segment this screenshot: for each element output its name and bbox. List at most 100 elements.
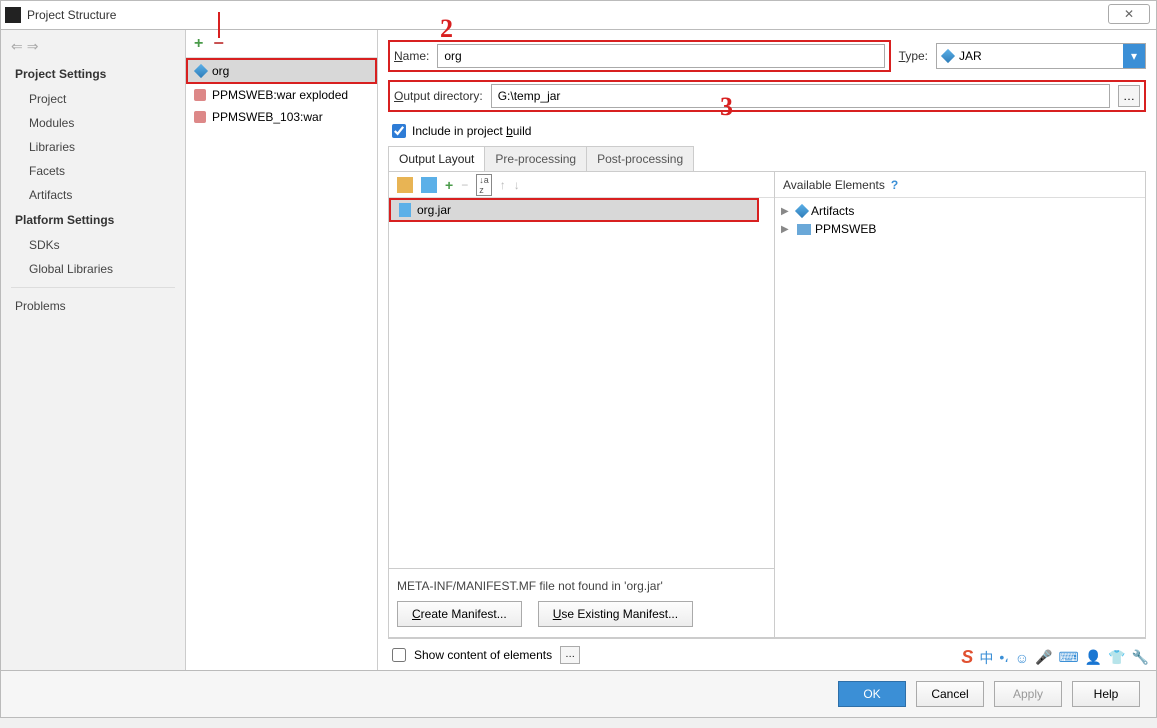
available-elements-panel: Available Elements ? ▶ Artifacts ▶ PPMSW… [775, 172, 1145, 637]
tab-pre-processing[interactable]: Pre-processing [484, 146, 587, 171]
output-layout-body: + − ↓az ↑ ↓ org.jar META-INF/MANIFEST.MF… [388, 172, 1146, 638]
ok-button[interactable]: OK [838, 681, 906, 707]
sidebar-separator [11, 287, 175, 288]
type-value: JAR [959, 49, 982, 63]
output-layout-tree[interactable]: org.jar [389, 198, 774, 568]
cancel-button[interactable]: Cancel [916, 681, 984, 707]
available-item-ppmsweb[interactable]: ▶ PPMSWEB [781, 220, 1139, 238]
nav-back-icon[interactable]: ⇐ [11, 38, 23, 55]
artifacts-icon [795, 204, 809, 218]
expand-icon[interactable]: ▶ [781, 206, 793, 217]
apply-button[interactable]: Apply [994, 681, 1062, 707]
available-elements-heading: Available Elements ? [775, 172, 1145, 198]
move-down-icon[interactable]: ↓ [514, 178, 520, 192]
available-elements-tree[interactable]: ▶ Artifacts ▶ PPMSWEB [775, 198, 1145, 242]
new-folder-icon[interactable] [397, 177, 413, 193]
war-icon [194, 89, 206, 101]
war-icon [194, 111, 206, 123]
ime-mic-icon[interactable]: 🎤 [1035, 649, 1052, 666]
sidebar-item-modules[interactable]: Modules [1, 111, 185, 135]
new-archive-icon[interactable] [421, 177, 437, 193]
browse-button[interactable]: … [1118, 85, 1140, 107]
sidebar-item-libraries[interactable]: Libraries [1, 135, 185, 159]
output-layout-left: + − ↓az ↑ ↓ org.jar META-INF/MANIFEST.MF… [389, 172, 775, 637]
help-button[interactable]: Help [1072, 681, 1140, 707]
artifact-item-ppmsweb-exploded[interactable]: PPMSWEB:war exploded [186, 84, 377, 106]
use-existing-manifest-button[interactable]: Use Existing Manifest... [538, 601, 693, 627]
name-row: Name: Type: JAR ▾ [388, 40, 1146, 72]
create-manifest-button[interactable]: Create Manifest... [397, 601, 522, 627]
ime-user-icon[interactable]: 👤 [1085, 649, 1102, 666]
nav-forward-icon[interactable]: ⇒ [27, 38, 39, 55]
sidebar-heading-platform: Platform Settings [1, 207, 185, 233]
window-title: Project Structure [27, 8, 116, 22]
sidebar-heading-project: Project Settings [1, 61, 185, 87]
sidebar-item-facets[interactable]: Facets [1, 159, 185, 183]
jar-icon [194, 64, 208, 78]
close-button[interactable]: ✕ [1108, 4, 1150, 24]
sidebar: ⇐ ⇒ Project Settings Project Modules Lib… [1, 30, 186, 670]
sidebar-item-global-libraries[interactable]: Global Libraries [1, 257, 185, 281]
ime-toolbar: S 中 •، ☺ 🎤 ⌨ 👤 👕 🔧 [957, 645, 1153, 670]
titlebar: Project Structure ✕ [0, 0, 1157, 30]
sidebar-item-artifacts[interactable]: Artifacts [1, 183, 185, 207]
help-icon[interactable]: ? [891, 178, 898, 192]
output-layout-toolbar: + − ↓az ↑ ↓ [389, 172, 774, 198]
sidebar-item-problems[interactable]: Problems [1, 294, 185, 318]
manifest-buttons: Create Manifest... Use Existing Manifest… [389, 601, 774, 637]
show-content-options-button[interactable]: … [560, 646, 580, 664]
name-input[interactable] [437, 44, 884, 68]
app-icon [5, 7, 21, 23]
move-up-icon[interactable]: ↑ [500, 178, 506, 192]
ime-keyboard-icon[interactable]: ⌨ [1058, 649, 1078, 666]
detail-tabs: Output Layout Pre-processing Post-proces… [388, 146, 1146, 172]
name-label: Name: [394, 49, 429, 63]
sort-icon[interactable]: ↓az [476, 174, 492, 196]
sidebar-nav: ⇐ ⇒ [1, 36, 185, 61]
jar-file-icon [399, 203, 411, 217]
module-folder-icon [797, 224, 811, 235]
ime-tool-icon[interactable]: 🔧 [1132, 649, 1149, 666]
sidebar-item-project[interactable]: Project [1, 87, 185, 111]
layout-item-label: org.jar [417, 203, 451, 217]
remove-artifact-icon[interactable]: − [213, 33, 224, 54]
expand-icon[interactable]: ▶ [781, 224, 793, 235]
ime-lang-icon[interactable]: 中 [979, 648, 993, 668]
sidebar-item-sdks[interactable]: SDKs [1, 233, 185, 257]
show-content-checkbox[interactable] [392, 648, 406, 662]
ime-skin-icon[interactable]: 👕 [1108, 649, 1125, 666]
main-area: ⇐ ⇒ Project Settings Project Modules Lib… [0, 30, 1157, 670]
available-label: PPMSWEB [815, 222, 876, 236]
output-dir-input[interactable] [491, 84, 1110, 108]
layout-item-org-jar[interactable]: org.jar [389, 198, 759, 222]
artifact-item-org[interactable]: org [186, 58, 377, 84]
manifest-warning: META-INF/MANIFEST.MF file not found in '… [389, 568, 774, 601]
ime-emoji-icon[interactable]: ☺ [1015, 650, 1029, 666]
chevron-down-icon: ▾ [1123, 44, 1145, 68]
artifact-label: PPMSWEB_103:war [212, 110, 323, 124]
show-content-label: Show content of elements [414, 648, 552, 662]
ime-punct-icon[interactable]: •، [999, 649, 1008, 666]
output-dir-label: Output directory: [394, 89, 483, 103]
type-select[interactable]: JAR ▾ [936, 43, 1146, 69]
jar-icon [941, 49, 955, 63]
add-artifact-icon[interactable]: + [194, 35, 203, 53]
artifact-item-ppmsweb-103[interactable]: PPMSWEB_103:war [186, 106, 377, 128]
artifacts-toolbar: + − [186, 30, 377, 58]
include-build-checkbox[interactable] [392, 124, 406, 138]
add-copy-icon[interactable]: + [445, 177, 453, 193]
available-label: Artifacts [811, 204, 854, 218]
artifact-label: PPMSWEB:war exploded [212, 88, 348, 102]
output-dir-row: Output directory: … [388, 80, 1146, 112]
include-build-row: Include in project build [392, 124, 1146, 138]
ime-logo-icon[interactable]: S [961, 647, 973, 668]
available-item-artifacts[interactable]: ▶ Artifacts [781, 202, 1139, 220]
artifact-detail-panel: Name: Type: JAR ▾ Output directory: … In… [378, 30, 1156, 670]
artifacts-list-panel: + − org PPMSWEB:war exploded PPMSWEB_103… [186, 30, 378, 670]
include-build-label: Include in project build [412, 124, 531, 138]
artifact-label: org [212, 64, 229, 78]
tab-post-processing[interactable]: Post-processing [586, 146, 694, 171]
tab-output-layout[interactable]: Output Layout [388, 146, 485, 171]
remove-icon[interactable]: − [461, 178, 468, 192]
type-label: Type: [899, 49, 928, 63]
